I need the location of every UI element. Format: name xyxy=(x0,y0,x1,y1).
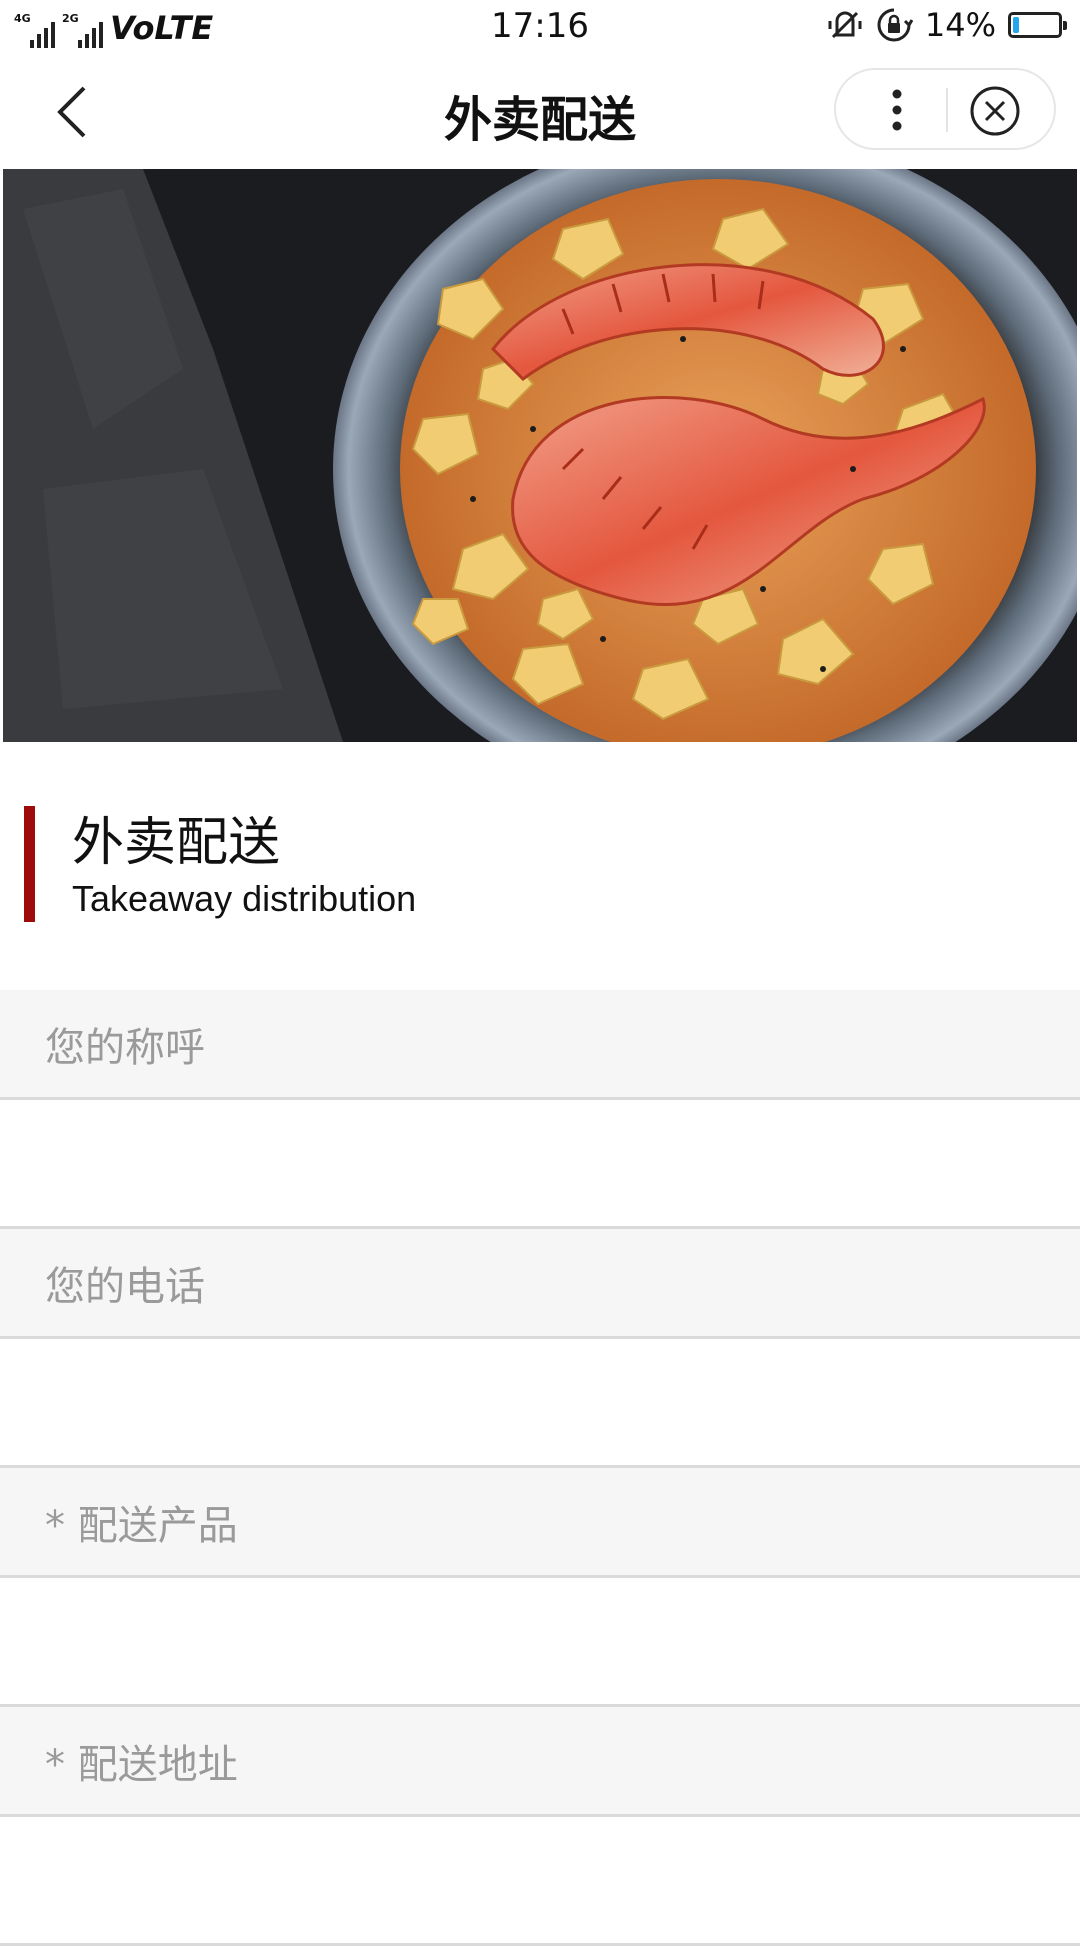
section-title-en: Takeaway distribution xyxy=(72,878,417,919)
battery-fill xyxy=(1013,17,1019,33)
product-field[interactable] xyxy=(0,1578,1080,1707)
mini-program-capsule xyxy=(834,68,1056,150)
status-bar: 4G 2G VoLTE 17:16 14% xyxy=(0,0,1080,56)
phone-field-label: 您的电话 xyxy=(0,1229,1080,1339)
address-field[interactable] xyxy=(0,1817,1080,1946)
more-button[interactable] xyxy=(870,83,924,137)
title-accent-bar xyxy=(24,806,35,922)
status-right: 14% xyxy=(827,6,1067,44)
more-dots-icon xyxy=(892,89,902,131)
address-field-label: * 配送地址 xyxy=(0,1707,1080,1817)
capsule-divider xyxy=(946,88,948,132)
hero-image xyxy=(3,169,1077,742)
vibrate-mute-icon xyxy=(828,11,862,39)
name-field-label: 您的称呼 xyxy=(0,990,1080,1100)
close-button[interactable] xyxy=(968,84,1022,138)
section-title-cn: 外卖配送 xyxy=(72,813,281,873)
name-field[interactable] xyxy=(0,1100,1080,1229)
product-input[interactable] xyxy=(0,1578,1080,1704)
name-input[interactable] xyxy=(0,1100,1080,1226)
battery-percent: 14% xyxy=(924,6,996,44)
delivery-form: 您的称呼 您的电话 * 配送产品 * 配送地址 xyxy=(0,990,1080,1946)
nav-bar: 外卖配送 xyxy=(0,56,1080,168)
shrimp-pasta-dish xyxy=(3,169,1077,742)
section-title-block: 外卖配送 Takeaway distribution xyxy=(0,800,1080,925)
close-circle-icon xyxy=(970,86,1020,136)
phone-input[interactable] xyxy=(0,1339,1080,1465)
address-input[interactable] xyxy=(0,1817,1080,1943)
product-field-label: * 配送产品 xyxy=(0,1468,1080,1578)
battery-icon xyxy=(1008,12,1067,38)
phone-field[interactable] xyxy=(0,1339,1080,1468)
rotation-lock-icon xyxy=(877,8,913,42)
